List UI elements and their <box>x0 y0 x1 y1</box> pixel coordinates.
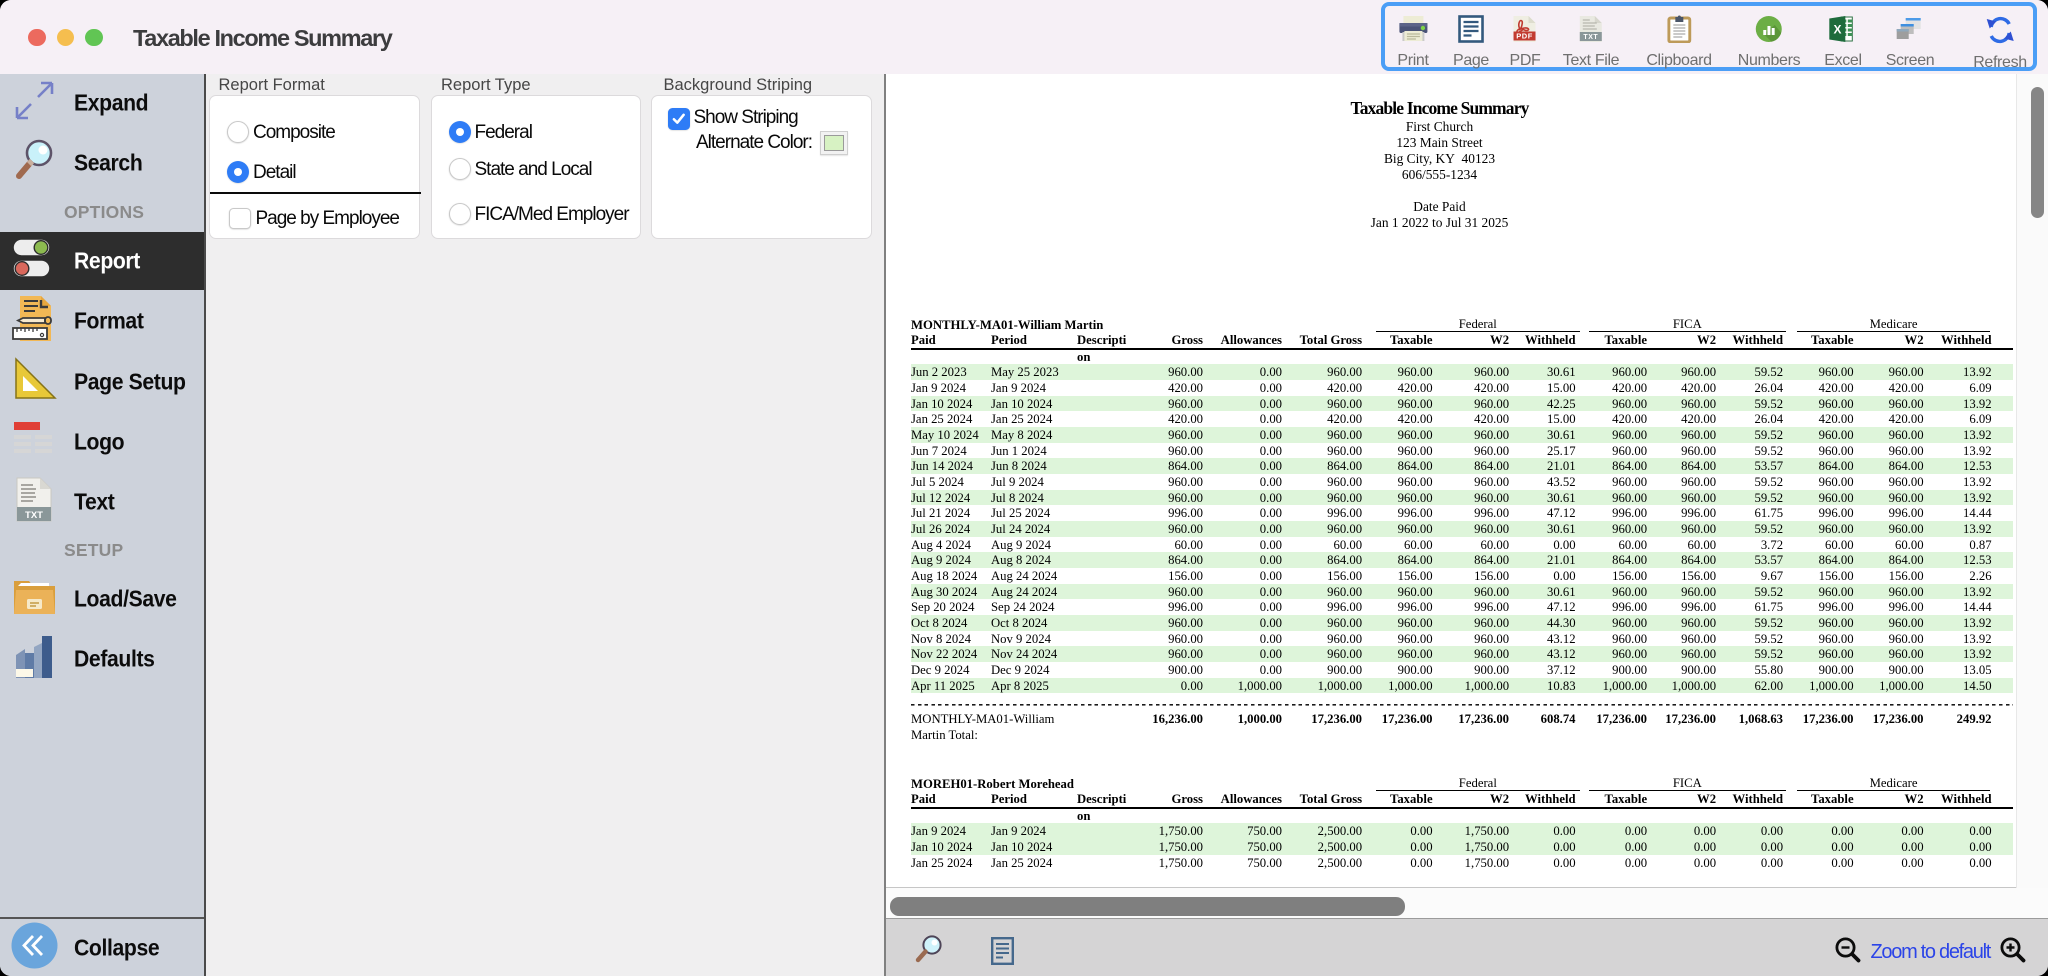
svg-text:TXT: TXT <box>25 510 43 521</box>
svg-text:PDF: PDF <box>1517 32 1534 41</box>
svg-text:TXT: TXT <box>1584 34 1599 41</box>
svg-text:X: X <box>1833 23 1841 37</box>
